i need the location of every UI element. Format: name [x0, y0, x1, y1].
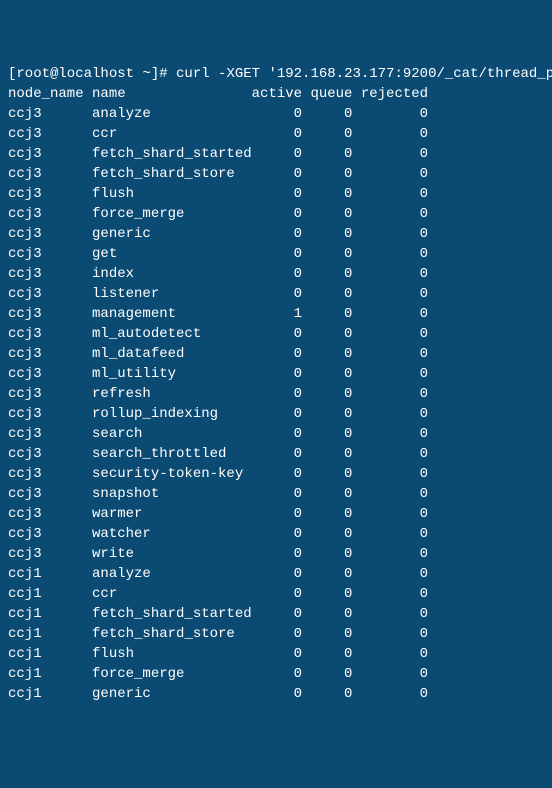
thread-pool-row: ccj3 generic 0 0 0 [8, 226, 428, 242]
thread-pool-row: ccj1 analyze 0 0 0 [8, 566, 428, 582]
thread-pool-row: ccj1 flush 0 0 0 [8, 646, 428, 662]
thread-pool-row: ccj1 generic 0 0 0 [8, 686, 428, 702]
thread-pool-row: ccj3 ml_datafeed 0 0 0 [8, 346, 428, 362]
curl-command: curl -XGET [176, 66, 268, 82]
thread-pool-row: ccj3 flush 0 0 0 [8, 186, 428, 202]
thread-pool-row: ccj3 ml_autodetect 0 0 0 [8, 326, 428, 342]
thread-pool-row: ccj3 ccr 0 0 0 [8, 126, 428, 142]
thread-pool-row: ccj3 listener 0 0 0 [8, 286, 428, 302]
thread-pool-row: ccj3 ml_utility 0 0 0 [8, 366, 428, 382]
output-rows: ccj3 analyze 0 0 0 ccj3 ccr 0 0 0 ccj3 f… [8, 104, 544, 704]
output-header: node_name name active queue rejected [8, 86, 428, 102]
thread-pool-row: ccj3 search_throttled 0 0 0 [8, 446, 428, 462]
shell-prompt: [root@localhost ~]# [8, 66, 176, 82]
thread-pool-row: ccj1 fetch_shard_started 0 0 0 [8, 606, 428, 622]
thread-pool-row: ccj1 force_merge 0 0 0 [8, 666, 428, 682]
thread-pool-row: ccj3 snapshot 0 0 0 [8, 486, 428, 502]
thread-pool-row: ccj3 fetch_shard_store 0 0 0 [8, 166, 428, 182]
thread-pool-row: ccj3 warmer 0 0 0 [8, 506, 428, 522]
thread-pool-row: ccj3 management 1 0 0 [8, 306, 428, 322]
thread-pool-row: ccj3 index 0 0 0 [8, 266, 428, 282]
thread-pool-row: ccj3 analyze 0 0 0 [8, 106, 428, 122]
thread-pool-row: ccj3 watcher 0 0 0 [8, 526, 428, 542]
thread-pool-row: ccj1 fetch_shard_store 0 0 0 [8, 626, 428, 642]
thread-pool-row: ccj1 ccr 0 0 0 [8, 586, 428, 602]
thread-pool-row: ccj3 get 0 0 0 [8, 246, 428, 262]
thread-pool-row: ccj3 search 0 0 0 [8, 426, 428, 442]
thread-pool-row: ccj3 security-token-key 0 0 0 [8, 466, 428, 482]
curl-url: '192.168.23.177:9200/_cat/thread_pool?v&… [268, 66, 552, 82]
thread-pool-row: ccj3 force_merge 0 0 0 [8, 206, 428, 222]
thread-pool-row: ccj3 refresh 0 0 0 [8, 386, 428, 402]
thread-pool-row: ccj3 fetch_shard_started 0 0 0 [8, 146, 428, 162]
thread-pool-row: ccj3 rollup_indexing 0 0 0 [8, 406, 428, 422]
thread-pool-row: ccj3 write 0 0 0 [8, 546, 428, 562]
